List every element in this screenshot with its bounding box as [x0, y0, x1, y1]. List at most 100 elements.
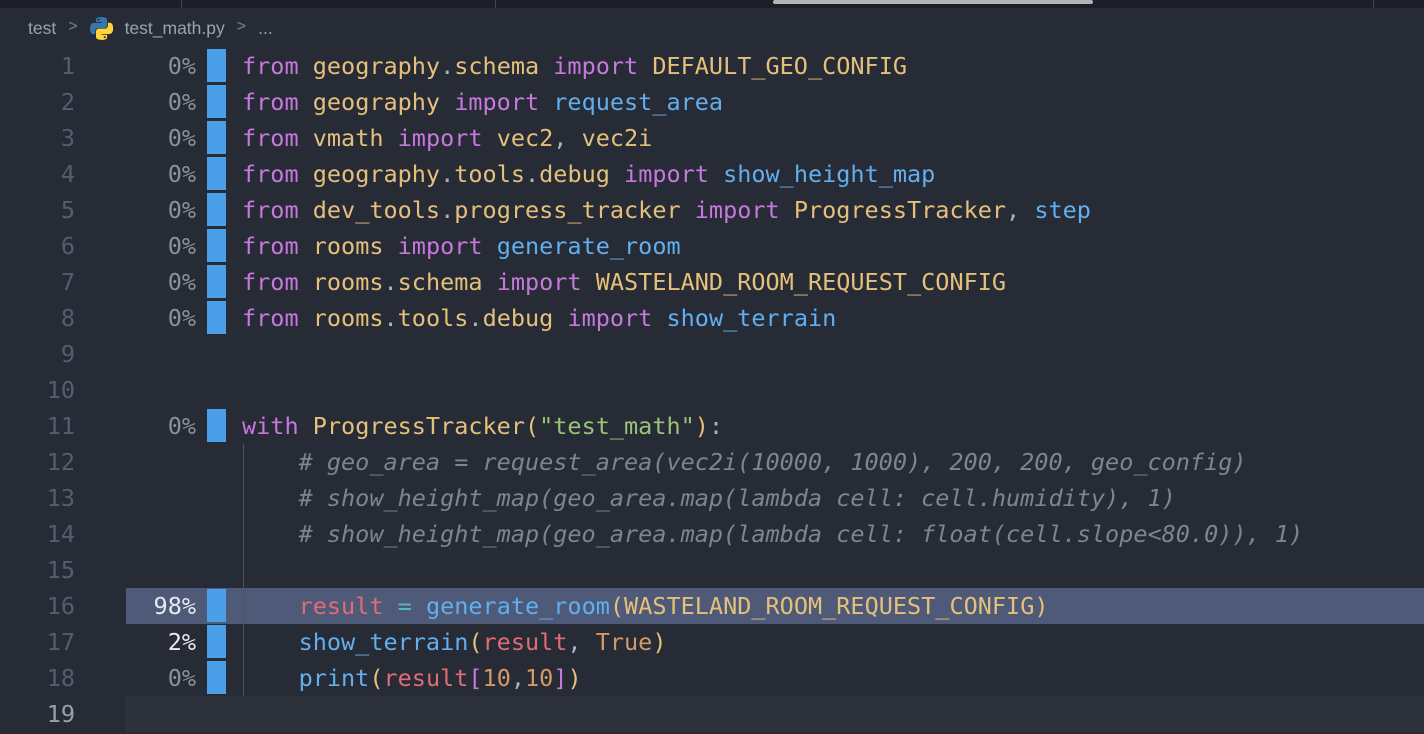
token-b1: ) [652, 628, 666, 656]
code-line-9[interactable]: 9 [0, 336, 1424, 372]
coverage-marker[interactable] [207, 193, 226, 226]
code-text[interactable]: from vmath import vec2, vec2i [226, 120, 652, 156]
token-b1: ( [369, 664, 383, 692]
token-kw: from [242, 88, 313, 116]
code-text[interactable] [226, 552, 242, 588]
token-pu: . [440, 196, 454, 224]
token-st: "test_math" [539, 412, 695, 440]
token-mod: vec2i [582, 124, 653, 152]
code-line-3[interactable]: 30%from vmath import vec2, vec2i [0, 120, 1424, 156]
coverage-marker[interactable] [207, 49, 226, 82]
token-kw: from [242, 124, 313, 152]
token-b1: ( [468, 628, 482, 656]
code-text[interactable]: from geography.schema import DEFAULT_GEO… [226, 48, 907, 84]
token-b1: ) [1034, 592, 1048, 620]
code-text[interactable]: print(result[10,10]) [226, 660, 582, 696]
coverage-marker[interactable] [207, 85, 226, 118]
token-kw: from [242, 160, 313, 188]
code-line-13[interactable]: 13 # show_height_map(geo_area.map(lambda… [0, 480, 1424, 516]
tab-divider [495, 0, 496, 8]
code-line-1[interactable]: 10%from geography.schema import DEFAULT_… [0, 48, 1424, 84]
coverage-marker[interactable] [207, 589, 226, 622]
code-text[interactable]: # geo_area = request_area(vec2i(10000, 1… [226, 444, 1247, 480]
token-mod: rooms [313, 304, 384, 332]
code-text[interactable]: from rooms.schema import WASTELAND_ROOM_… [226, 264, 1006, 300]
code-line-16[interactable]: 1698% result = generate_room(WASTELAND_R… [0, 588, 1424, 624]
tab-divider [1373, 0, 1374, 8]
token-b1: ( [610, 592, 624, 620]
code-line-14[interactable]: 14 # show_height_map(geo_area.map(lambda… [0, 516, 1424, 552]
coverage-marker[interactable] [207, 409, 226, 442]
coverage-marker[interactable] [207, 661, 226, 694]
token-kw: import [440, 88, 553, 116]
breadcrumb-symbol-ellipsis[interactable]: ... [258, 18, 273, 39]
token-mod: WASTELAND_ROOM_REQUEST_CONFIG [596, 268, 1006, 296]
token-pu: , [1006, 196, 1034, 224]
line-number: 17 [0, 624, 75, 660]
line-number: 8 [0, 300, 75, 336]
token-b1: ) [567, 664, 581, 692]
code-line-15[interactable]: 15 [0, 552, 1424, 588]
token-kw: with [242, 412, 313, 440]
token-mod: tools [398, 304, 469, 332]
line-number: 15 [0, 552, 75, 588]
code-line-5[interactable]: 50%from dev_tools.progress_tracker impor… [0, 192, 1424, 228]
coverage-marker[interactable] [207, 121, 226, 154]
coverage-percent: 0% [75, 84, 196, 120]
coverage-marker[interactable] [207, 157, 226, 190]
code-text[interactable]: # show_height_map(geo_area.map(lambda ce… [226, 480, 1176, 516]
line-number: 1 [0, 48, 75, 84]
code-line-17[interactable]: 172% show_terrain(result, True) [0, 624, 1424, 660]
token-fn: generate_room [426, 592, 610, 620]
coverage-percent: 0% [75, 120, 196, 156]
code-line-19[interactable]: 19 [0, 696, 1424, 732]
code-text[interactable]: from rooms import generate_room [226, 228, 681, 264]
token-pu [242, 592, 299, 620]
coverage-percent: 98% [75, 588, 196, 624]
token-fn: step [1034, 196, 1091, 224]
code-text[interactable]: from geography.tools.debug import show_h… [226, 156, 935, 192]
code-line-2[interactable]: 20%from geography import request_area [0, 84, 1424, 120]
code-text[interactable]: from rooms.tools.debug import show_terra… [226, 300, 836, 336]
code-line-12[interactable]: 12 # geo_area = request_area(vec2i(10000… [0, 444, 1424, 480]
code-line-11[interactable]: 110%with ProgressTracker("test_math"): [0, 408, 1424, 444]
code-text[interactable]: with ProgressTracker("test_math"): [226, 408, 723, 444]
line-number: 16 [0, 588, 75, 624]
coverage-marker[interactable] [207, 301, 226, 334]
code-line-6[interactable]: 60%from rooms import generate_room [0, 228, 1424, 264]
token-fn: show_terrain [667, 304, 837, 332]
code-line-18[interactable]: 180% print(result[10,10]) [0, 660, 1424, 696]
token-fn: show_terrain [299, 628, 469, 656]
line-number: 7 [0, 264, 75, 300]
token-kw: import [610, 160, 723, 188]
line-number: 18 [0, 660, 75, 696]
code-line-8[interactable]: 80%from rooms.tools.debug import show_te… [0, 300, 1424, 336]
token-mod: vec2 [497, 124, 554, 152]
breadcrumb-file[interactable]: test_math.py [125, 18, 225, 39]
code-line-10[interactable]: 10 [0, 372, 1424, 408]
code-line-7[interactable]: 70%from rooms.schema import WASTELAND_RO… [0, 264, 1424, 300]
token-kw: from [242, 52, 313, 80]
token-pu: , [511, 664, 525, 692]
code-editor[interactable]: 10% from geography.schema import DEFAULT_… [0, 48, 1424, 732]
code-text[interactable] [226, 372, 242, 408]
coverage-marker[interactable] [207, 625, 226, 658]
token-kw: import [483, 268, 596, 296]
breadcrumb-folder[interactable]: test [28, 18, 56, 39]
token-mod: rooms [313, 232, 384, 260]
code-line-4[interactable]: 40%from geography.tools.debug import sho… [0, 156, 1424, 192]
coverage-marker[interactable] [207, 265, 226, 298]
code-text[interactable]: show_terrain(result, True) [226, 624, 666, 660]
code-text[interactable]: result = generate_room(WASTELAND_ROOM_RE… [226, 588, 1049, 624]
code-text[interactable]: # show_height_map(geo_area.map(lambda ce… [226, 516, 1303, 552]
tab-scrollbar-thumb[interactable] [773, 0, 1093, 4]
line-number: 6 [0, 228, 75, 264]
code-text[interactable] [226, 696, 242, 732]
code-text[interactable]: from geography import request_area [226, 84, 723, 120]
code-text[interactable] [226, 336, 242, 372]
coverage-marker[interactable] [207, 229, 226, 262]
code-text[interactable]: from dev_tools.progress_tracker import P… [226, 192, 1091, 228]
coverage-percent [75, 552, 196, 588]
token-fn: show_height_map [723, 160, 935, 188]
token-pu: . [525, 160, 539, 188]
